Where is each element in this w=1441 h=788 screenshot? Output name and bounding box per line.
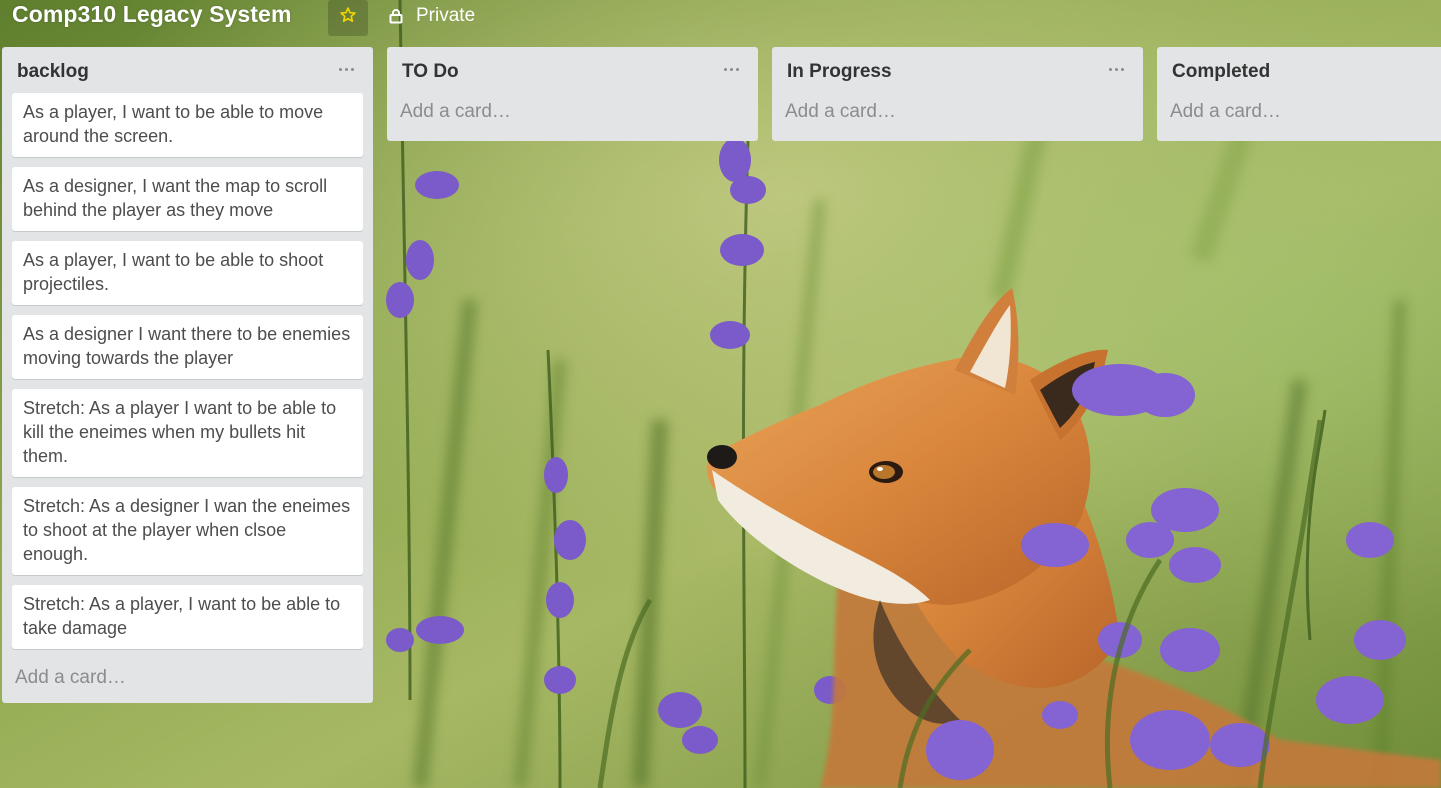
- card[interactable]: Stretch: As a designer I wan the eneimes…: [12, 487, 363, 575]
- ellipsis-icon[interactable]: [1107, 55, 1127, 75]
- list-title[interactable]: TO Do: [402, 61, 459, 83]
- list-header: backlog: [2, 47, 373, 93]
- add-card-label: Add a card…: [400, 101, 511, 122]
- add-card-label: Add a card…: [1170, 101, 1281, 122]
- board-header: Comp310 Legacy System Private: [0, 0, 1441, 36]
- add-card-button[interactable]: Add a card…: [387, 93, 758, 141]
- list-in-progress: In Progress Add a card…: [772, 47, 1143, 141]
- card[interactable]: As a designer I want there to be enemies…: [12, 315, 363, 379]
- list-backlog: backlog As a player, I want to be able t…: [2, 47, 373, 703]
- star-board-button[interactable]: [328, 0, 368, 36]
- ellipsis-icon[interactable]: [337, 55, 357, 75]
- list-header: Completed: [1157, 47, 1441, 93]
- list-title[interactable]: Completed: [1172, 61, 1270, 83]
- list-header: In Progress: [772, 47, 1143, 93]
- add-card-button[interactable]: Add a card…: [1157, 93, 1441, 141]
- add-card-button[interactable]: Add a card…: [772, 93, 1143, 141]
- privacy-button[interactable]: Private: [380, 0, 475, 32]
- ellipsis-icon[interactable]: [722, 55, 742, 75]
- list-title[interactable]: backlog: [17, 61, 89, 83]
- add-card-button[interactable]: Add a card…: [2, 659, 373, 703]
- list-to-do: TO Do Add a card…: [387, 47, 758, 141]
- add-card-label: Add a card…: [15, 667, 126, 688]
- card[interactable]: Stretch: As a player, I want to be able …: [12, 585, 363, 649]
- add-card-label: Add a card…: [785, 101, 896, 122]
- board: Comp310 Legacy System Private backlog As…: [0, 0, 1441, 788]
- star-icon: [340, 7, 356, 23]
- card[interactable]: As a designer, I want the map to scroll …: [12, 167, 363, 231]
- list-completed: Completed Add a card…: [1157, 47, 1441, 141]
- list-title[interactable]: In Progress: [787, 61, 892, 83]
- board-title[interactable]: Comp310 Legacy System: [12, 1, 292, 28]
- card[interactable]: As a player, I want to be able to move a…: [12, 93, 363, 157]
- lock-icon: [389, 9, 403, 24]
- card[interactable]: Stretch: As a player I want to be able t…: [12, 389, 363, 477]
- card-list: As a player, I want to be able to move a…: [2, 93, 373, 649]
- privacy-label: Private: [416, 5, 476, 26]
- list-header: TO Do: [387, 47, 758, 93]
- card[interactable]: As a player, I want to be able to shoot …: [12, 241, 363, 305]
